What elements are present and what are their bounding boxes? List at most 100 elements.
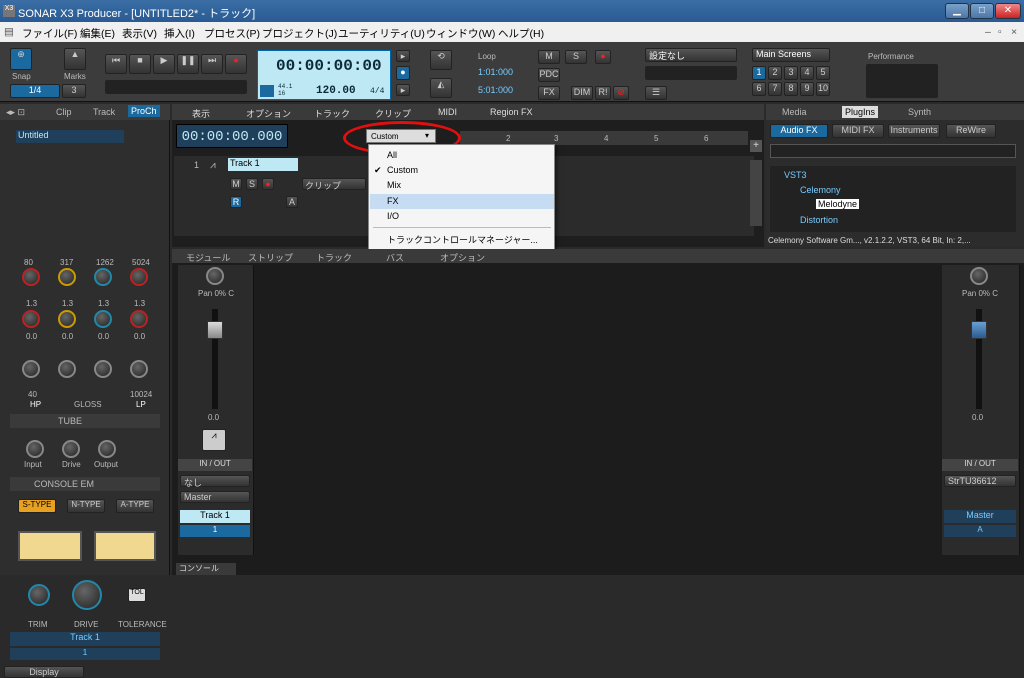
proch-track-label[interactable]: Track 1 bbox=[10, 632, 160, 646]
panic-button[interactable]: ⊘ bbox=[613, 86, 629, 100]
fx-button[interactable]: FX bbox=[538, 86, 560, 100]
console-menu-bus[interactable]: バス bbox=[386, 251, 404, 264]
master-bus-name[interactable]: Master bbox=[944, 510, 1016, 523]
screenset-button-1[interactable]: 1 bbox=[752, 66, 766, 80]
dim-button[interactable]: DIM bbox=[571, 86, 593, 100]
menu-item-mix[interactable]: Mix bbox=[370, 178, 554, 193]
screenset-button-8[interactable]: 8 bbox=[784, 82, 798, 96]
add-track-button[interactable]: + bbox=[750, 140, 762, 152]
pan-knob[interactable] bbox=[206, 267, 224, 285]
rewind-button[interactable]: ⏮ bbox=[105, 54, 127, 74]
menu-display[interactable]: 表示 bbox=[192, 107, 210, 120]
mute-all-button[interactable]: M bbox=[538, 50, 560, 64]
screenset-button-10[interactable]: 10 bbox=[816, 82, 830, 96]
eq-freq-knob[interactable] bbox=[130, 268, 148, 286]
time-down-button[interactable]: ▸ bbox=[396, 84, 410, 96]
menu-utility[interactable]: ユーティリティ(U) bbox=[338, 26, 425, 41]
menu-item-custom[interactable]: ✔ Custom bbox=[370, 163, 554, 178]
menu-process[interactable]: プロセス(P) bbox=[204, 26, 260, 41]
tab-media[interactable]: Media bbox=[782, 107, 807, 117]
menu-project[interactable]: プロジェクト(J) bbox=[262, 26, 337, 41]
list-icon[interactable]: ☰ bbox=[645, 86, 667, 100]
stop-button[interactable]: ■ bbox=[129, 54, 151, 74]
fast-forward-button[interactable]: ⏭ bbox=[201, 54, 223, 74]
tree-celemony[interactable]: Celemony bbox=[800, 185, 841, 195]
n-type-button[interactable]: N-TYPE bbox=[67, 499, 105, 513]
console-menu-options[interactable]: オプション bbox=[440, 251, 485, 264]
tab-synth[interactable]: Synth bbox=[908, 107, 931, 117]
metronome-icon[interactable] bbox=[260, 85, 274, 97]
master-pan-knob[interactable] bbox=[970, 267, 988, 285]
preset-field[interactable] bbox=[645, 66, 737, 80]
screenset-button-4[interactable]: 4 bbox=[800, 66, 814, 80]
menu-view[interactable]: 表示(V) bbox=[122, 26, 157, 41]
preset-dropdown[interactable]: 設定なし bbox=[645, 48, 737, 62]
instruments-button[interactable]: Instruments bbox=[888, 124, 940, 138]
marks-button[interactable]: ▲ bbox=[64, 48, 86, 70]
track-read-button[interactable]: R bbox=[230, 196, 242, 208]
menu-insert[interactable]: 挿入(I) bbox=[164, 26, 195, 41]
tube-input-knob[interactable] bbox=[26, 440, 44, 458]
pdc-button[interactable]: PDC bbox=[538, 68, 560, 82]
snap-number[interactable]: 3 bbox=[62, 84, 86, 98]
eq-freq-knob[interactable] bbox=[58, 268, 76, 286]
loop-button[interactable]: ⟲ bbox=[430, 50, 452, 70]
browser-search-input[interactable] bbox=[770, 144, 1016, 158]
time-up-button[interactable]: ▸ bbox=[396, 50, 410, 62]
rewire-button[interactable]: ReWire bbox=[946, 124, 996, 138]
mdi-min-icon[interactable]: – bbox=[985, 26, 991, 38]
console-em-header[interactable]: CONSOLE EM bbox=[10, 477, 160, 491]
play-button[interactable]: ▶ bbox=[153, 54, 175, 74]
pause-button[interactable]: ❚❚ bbox=[177, 54, 199, 74]
console-menu-module[interactable]: モジュール bbox=[186, 251, 230, 264]
tree-distortion[interactable]: Distortion bbox=[800, 215, 838, 225]
tree-vst3[interactable]: VST3 bbox=[784, 170, 807, 180]
snap-value[interactable]: 1/4 bbox=[10, 84, 60, 98]
eq-freq-knob[interactable] bbox=[22, 268, 40, 286]
trim-knob[interactable] bbox=[28, 584, 50, 606]
track-automation-button[interactable]: A bbox=[286, 196, 298, 208]
now-time-display[interactable]: 00:00:00.000 bbox=[176, 124, 288, 148]
screenset-button-6[interactable]: 6 bbox=[752, 82, 766, 96]
midi-fx-button[interactable]: MIDI FX bbox=[832, 124, 884, 138]
drive-knob[interactable] bbox=[72, 580, 102, 610]
menu-window[interactable]: ウィンドウ(W) bbox=[426, 26, 495, 41]
screenset-button-3[interactable]: 3 bbox=[784, 66, 798, 80]
punch-button[interactable]: ◭ bbox=[430, 78, 452, 98]
tab-plugins[interactable]: PlugIns bbox=[842, 106, 879, 118]
track-mute-button[interactable]: M bbox=[230, 178, 242, 190]
inspector-nav-icon[interactable]: ◂▸ ⊡ bbox=[6, 107, 25, 118]
menu-help[interactable]: ヘルプ(H) bbox=[498, 26, 544, 41]
loop-start[interactable]: 1:01:000 bbox=[478, 67, 513, 77]
menu-options[interactable]: オプション bbox=[246, 107, 291, 120]
snap-button[interactable]: ⊕ bbox=[10, 48, 32, 70]
volume-fader[interactable] bbox=[207, 321, 223, 339]
screenset-button-5[interactable]: 5 bbox=[816, 66, 830, 80]
solo-all-button[interactable]: S bbox=[565, 50, 587, 64]
loop-end[interactable]: 5:01:000 bbox=[478, 85, 513, 95]
audio-fx-button[interactable]: Audio FX bbox=[770, 124, 828, 138]
track-name-field[interactable]: Track 1 bbox=[228, 158, 298, 171]
track-input-dropdown[interactable]: クリップ bbox=[302, 178, 366, 191]
console-menu-track[interactable]: トラック bbox=[316, 251, 352, 264]
tube-output-knob[interactable] bbox=[98, 440, 116, 458]
menu-midi[interactable]: MIDI bbox=[438, 107, 457, 117]
filter-knob[interactable] bbox=[58, 360, 76, 378]
console-menu-strip[interactable]: ストリップ bbox=[248, 251, 293, 264]
menu-item-io[interactable]: I/O bbox=[370, 209, 554, 224]
filter-knob[interactable] bbox=[94, 360, 112, 378]
input-dropdown[interactable]: なし bbox=[180, 475, 250, 488]
maximize-button[interactable]: □ bbox=[970, 3, 994, 19]
vertical-scrollbar[interactable] bbox=[750, 160, 762, 226]
transport-position[interactable] bbox=[105, 80, 247, 94]
display-dropdown[interactable]: Display bbox=[4, 666, 84, 678]
track-arm-button[interactable]: ● bbox=[262, 178, 274, 190]
menu-item-track-control-manager[interactable]: トラックコントロールマネージャー... bbox=[370, 233, 554, 248]
menu-file[interactable]: ファイル(F) bbox=[22, 26, 77, 41]
eq-q-knob[interactable] bbox=[58, 310, 76, 328]
eq-q-knob[interactable] bbox=[130, 310, 148, 328]
filter-knob[interactable] bbox=[22, 360, 40, 378]
menu-track[interactable]: トラック bbox=[314, 107, 350, 120]
tempo-value[interactable]: 120.00 bbox=[316, 85, 356, 97]
tube-drive-knob[interactable] bbox=[62, 440, 80, 458]
